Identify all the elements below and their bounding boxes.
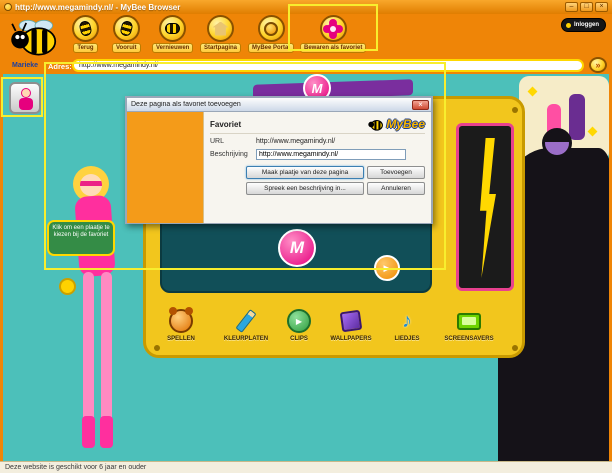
- back-bee-icon: [72, 15, 99, 42]
- maximize-button[interactable]: □: [580, 2, 593, 12]
- address-label: Adres:: [48, 62, 72, 71]
- nav-spellen[interactable]: SPELLEN: [155, 307, 207, 356]
- cancel-button[interactable]: Annuleren: [367, 182, 425, 195]
- home-button[interactable]: Startpagina: [200, 15, 242, 53]
- save-favorite-button[interactable]: Bewaren als favoriet: [300, 15, 367, 53]
- lightning-icon: [480, 138, 496, 278]
- dialog-titlebar: Deze pagina als favoriet toevoegen ×: [127, 98, 431, 112]
- favorite-section-label: Favoriet: [210, 119, 242, 129]
- make-picture-button[interactable]: Maak plaatje van deze pagina: [246, 166, 364, 179]
- mybee-logo: MyBee: [368, 117, 425, 131]
- login-icon: [566, 22, 571, 28]
- address-input[interactable]: http://www.megamindy.nl/: [72, 59, 584, 72]
- window-titlebar: http://www.megamindy.nl/ - MyBee Browser…: [0, 0, 612, 14]
- home-icon: [207, 15, 234, 42]
- status-bar: Deze website is geschikt voor 6 jaar en …: [0, 461, 612, 473]
- dialog-close-button[interactable]: ×: [412, 99, 429, 110]
- music-note-icon: ♪: [402, 309, 412, 332]
- portal-globe-icon: [257, 15, 285, 42]
- description-input[interactable]: [256, 149, 406, 160]
- favorite-flower-icon: [319, 15, 347, 42]
- sparkle-icon: [527, 86, 538, 97]
- nav-liedjes[interactable]: ♪ LIEDJES: [385, 308, 429, 356]
- avatar-icon: [21, 88, 31, 98]
- refresh-bee-icon: [159, 15, 187, 42]
- wallpapers-icon: [338, 308, 364, 334]
- side-panel: [456, 123, 514, 291]
- add-button[interactable]: Toevoegen: [367, 166, 425, 179]
- play-icon: ▶: [383, 262, 391, 273]
- age-rating-text: Deze website is geschikt voor 6 jaar en …: [5, 464, 147, 471]
- window-bee-icon: [4, 3, 12, 11]
- go-button[interactable]: »: [589, 57, 607, 73]
- clips-icon: ▶: [286, 308, 312, 334]
- screensavers-icon: [456, 308, 482, 334]
- play-button[interactable]: ▶: [374, 255, 400, 281]
- nav-kleurplaten[interactable]: KLEURPLATEN: [215, 308, 277, 356]
- dialog-accent-panel: [127, 112, 203, 223]
- close-button[interactable]: ×: [595, 2, 608, 12]
- refresh-button[interactable]: Vernieuwen: [152, 15, 194, 53]
- nav-screensavers[interactable]: SCREENSAVERS: [433, 308, 505, 356]
- forward-bee-icon: [112, 15, 140, 42]
- picture-hint-tooltip: Klik om een plaatje te kiezen bij de fav…: [47, 220, 115, 256]
- mybee-logo-bee-icon: [368, 119, 384, 131]
- forward-button[interactable]: Vooruit: [112, 15, 141, 53]
- record-description-button[interactable]: Spreek een beschrijving in...: [246, 182, 364, 195]
- add-favorite-dialog: Deze pagina als favoriet toevoegen × Fav…: [125, 96, 433, 224]
- mybee-bee-logo-icon: [8, 15, 62, 59]
- login-button[interactable]: Inloggen: [561, 18, 606, 32]
- address-bar-row: Marieke Adres: http://www.megamindy.nl/ …: [0, 57, 612, 74]
- profile-name: Marieke: [12, 62, 39, 69]
- browser-viewport: M STUDIO TO M ▶: [0, 74, 612, 461]
- description-label: Beschrijving: [210, 151, 248, 158]
- main-toolbar: Terug Vooruit Vernieuwen Startpagina MyB…: [0, 14, 612, 58]
- dialog-title: Deze pagina als favoriet toevoegen: [131, 101, 241, 108]
- browser-window: http://www.megamindy.nl/ - MyBee Browser…: [0, 0, 612, 473]
- nav-clips[interactable]: ▶ CLIPS: [277, 308, 321, 356]
- portal-button[interactable]: MyBee Portal: [248, 15, 295, 53]
- minimize-button[interactable]: –: [565, 2, 578, 12]
- favorite-picture-avatar-button[interactable]: [9, 82, 41, 114]
- screen-logo: M: [278, 229, 316, 267]
- url-value: http://www.megamindy.nl/: [256, 138, 336, 145]
- pencil-icon: [233, 308, 259, 334]
- url-label: URL: [210, 138, 225, 145]
- games-icon: [168, 307, 194, 334]
- nav-wallpapers[interactable]: WALLPAPERS: [323, 308, 379, 356]
- back-button[interactable]: Terug: [72, 15, 99, 53]
- window-title: http://www.megamindy.nl/ - MyBee Browser: [15, 2, 181, 12]
